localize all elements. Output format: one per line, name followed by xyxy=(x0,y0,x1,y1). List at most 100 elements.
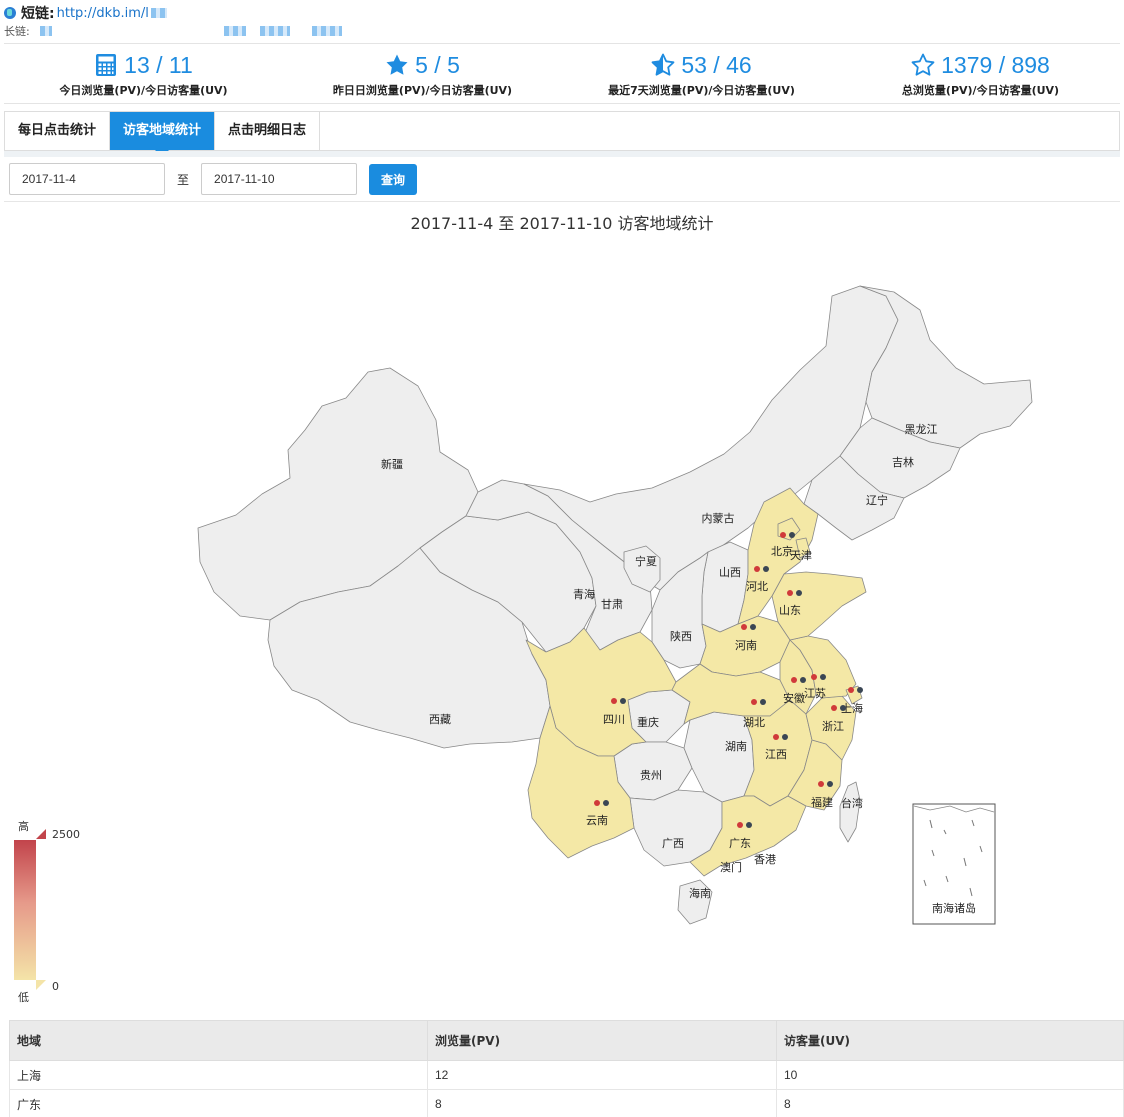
uv-dot xyxy=(760,699,766,705)
region-label: 黑龙江 xyxy=(905,423,938,436)
stat-value: 13 / 11 xyxy=(124,51,193,78)
pv-dot xyxy=(594,800,600,806)
tab-visitor-region[interactable]: 访客地域统计 xyxy=(110,112,216,157)
region-label: 天津 xyxy=(790,549,812,562)
uv-dot xyxy=(750,624,756,630)
query-button[interactable]: 查询 xyxy=(369,163,418,195)
pv-dot xyxy=(773,734,779,740)
stat-today: 13 / 11 今日浏览量(PV)/今日访客量(UV) xyxy=(4,50,283,103)
legend-min-value: 0 xyxy=(52,980,59,993)
region-label: 澳门 xyxy=(720,860,742,874)
pv-dot xyxy=(780,532,786,538)
uv-dot xyxy=(840,705,846,711)
region-label: 安徽 xyxy=(783,691,805,705)
region-label: 青海 xyxy=(573,587,595,601)
table-row: 上海 12 10 xyxy=(9,1060,1124,1090)
uv-dot xyxy=(857,687,863,693)
region-label: 南海诸岛 xyxy=(932,901,976,915)
long-link-label: 长链: xyxy=(4,25,30,38)
region-label: 吉林 xyxy=(892,455,914,469)
stat-last-7-days: 53 / 46 最近7天浏览量(PV)/今日访客量(UV) xyxy=(562,50,841,103)
table-header-row: 地域 浏览量(PV) 访客量(UV) xyxy=(9,1020,1124,1061)
region-label: 广西 xyxy=(662,837,684,850)
uv-dot xyxy=(782,734,788,740)
uv-dot xyxy=(763,566,769,572)
region-label: 重庆 xyxy=(637,715,659,729)
region-label: 海南 xyxy=(689,886,711,900)
short-link-url[interactable]: http://dkb.im/l xyxy=(57,6,149,21)
cell-region: 广东 xyxy=(9,1089,428,1117)
region-label: 辽宁 xyxy=(866,493,888,507)
pv-dot xyxy=(751,699,757,705)
stat-total: 1379 / 898 总浏览量(PV)/今日访客量(UV) xyxy=(841,50,1120,103)
tab-underline-strip xyxy=(4,151,1120,157)
date-filter: 至 查询 xyxy=(9,163,418,195)
region-label: 江西 xyxy=(765,748,787,761)
region-label: 江苏 xyxy=(804,687,826,700)
region-label: 新疆 xyxy=(381,457,403,471)
pv-dot xyxy=(787,590,793,596)
chart-title: 2017-11-4 至 2017-11-10 访客地域统计 xyxy=(410,214,714,233)
tab-click-log[interactable]: 点击明细日志 xyxy=(215,112,321,150)
redacted-text xyxy=(223,26,246,36)
region-label: 西藏 xyxy=(429,713,451,726)
long-link-row: 长链: xyxy=(4,25,1120,38)
uv-dot xyxy=(620,698,626,704)
tab-bar: 每日点击统计 访客地域统计 点击明细日志 xyxy=(4,111,1120,157)
region-label: 宁夏 xyxy=(635,554,657,568)
star-solid-icon xyxy=(386,54,408,75)
date-range-separator: 至 xyxy=(177,172,190,187)
region-stats-table: 地域 浏览量(PV) 访客量(UV) 上海 12 10 广东 8 8 xyxy=(9,1020,1124,1117)
redacted-text xyxy=(39,26,52,36)
redacted-text xyxy=(311,26,342,36)
stat-yesterday: 5 / 5 昨日日浏览量(PV)/今日访客量(UV) xyxy=(283,50,562,103)
end-date-input[interactable] xyxy=(201,163,358,195)
start-date-input[interactable] xyxy=(9,163,165,195)
uv-dot xyxy=(746,822,752,828)
legend-min-handle[interactable] xyxy=(36,980,46,990)
pv-dot xyxy=(818,781,824,787)
uv-dot xyxy=(800,677,806,683)
region-label: 内蒙古 xyxy=(702,511,735,525)
stat-label: 今日浏览量(PV)/今日访客量(UV) xyxy=(59,84,228,97)
star-outline-icon xyxy=(911,53,935,76)
stat-label: 总浏览量(PV)/今日访客量(UV) xyxy=(901,84,1060,97)
region-label: 香港 xyxy=(754,853,776,866)
uv-dot xyxy=(789,532,795,538)
redacted-text xyxy=(150,8,167,18)
uv-dot xyxy=(796,590,802,596)
uv-dot xyxy=(603,800,609,806)
region-label: 浙江 xyxy=(822,720,844,733)
region-taiwan[interactable] xyxy=(839,781,861,843)
region-label: 贵州 xyxy=(640,769,662,782)
col-header-uv: 访客量(UV) xyxy=(776,1020,1124,1061)
pv-dot xyxy=(848,687,854,693)
table-row: 广东 8 8 xyxy=(9,1089,1124,1117)
region-label: 陕西 xyxy=(670,629,692,643)
cell-pv: 8 xyxy=(427,1089,777,1117)
pv-dot xyxy=(811,674,817,680)
globe-icon xyxy=(4,7,16,19)
stat-label: 最近7天浏览量(PV)/今日访客量(UV) xyxy=(608,84,795,97)
region-label: 湖南 xyxy=(725,740,747,753)
pv-dot xyxy=(737,822,743,828)
region-label: 甘肃 xyxy=(601,598,623,611)
tab-daily-clicks[interactable]: 每日点击统计 xyxy=(5,112,111,150)
short-link-label: 短链: xyxy=(21,6,55,22)
region-label: 湖北 xyxy=(743,716,765,729)
uv-dot xyxy=(820,674,826,680)
stat-value: 53 / 46 xyxy=(681,51,752,78)
cell-uv: 10 xyxy=(776,1060,1124,1090)
star-half-icon xyxy=(651,53,675,76)
region-label: 福建 xyxy=(811,795,833,809)
region-label: 山西 xyxy=(719,566,741,579)
visual-map-legend: 高 2500 0 低 xyxy=(12,818,102,1008)
china-map: 新疆 西藏 内蒙古 黑龙江 吉林 辽宁 北京 天津 河北 山西 宁夏 青海 甘肃… xyxy=(197,285,1033,925)
link-header: 短链: http://dkb.im/l 长链: xyxy=(4,4,1120,44)
region-label: 台湾 xyxy=(841,796,863,810)
cell-uv: 8 xyxy=(776,1089,1124,1117)
region-label: 广东 xyxy=(729,837,751,850)
legend-max-handle[interactable] xyxy=(36,829,46,839)
legend-gradient-bar[interactable] xyxy=(14,840,36,980)
stats-bar: 13 / 11 今日浏览量(PV)/今日访客量(UV) 5 / 5 昨日日浏览量… xyxy=(4,50,1120,104)
